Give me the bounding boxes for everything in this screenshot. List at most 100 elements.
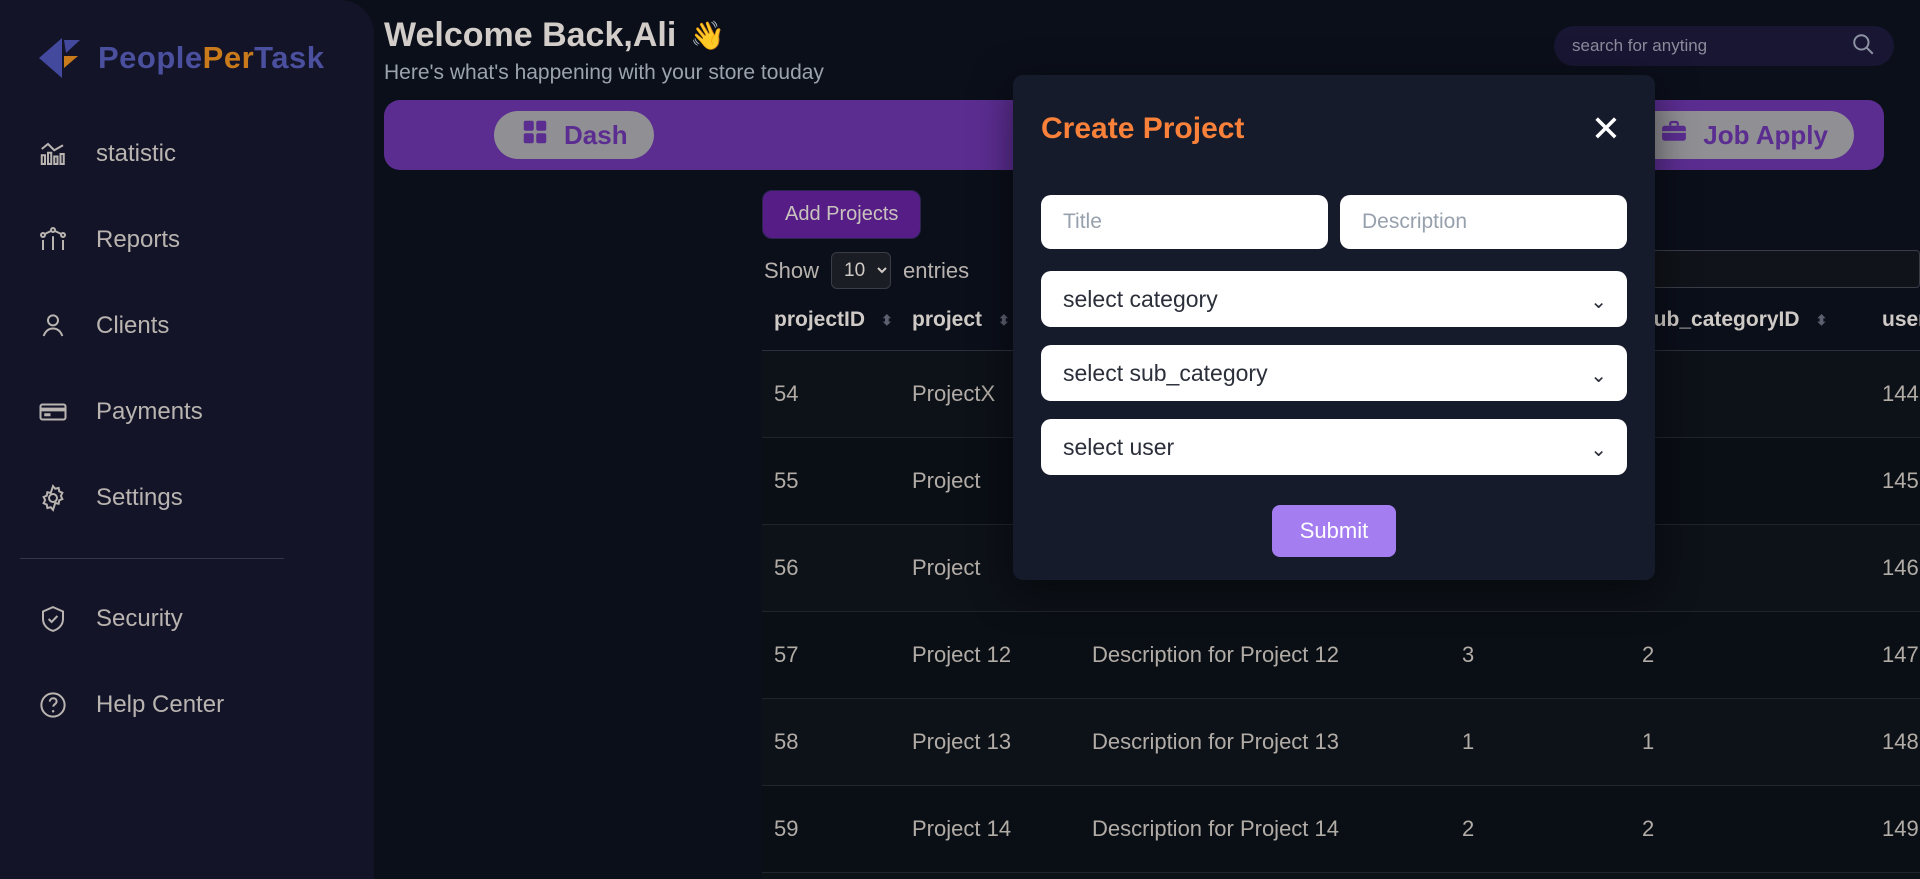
sidebar-item-label: Payments — [96, 398, 203, 425]
job-apply-container: Job Apply — [1633, 100, 1854, 170]
table-row: 57 Project 12 Description for Project 12 3 2… — [762, 611, 1920, 699]
cell-sub_categoryID: 2 — [1642, 872, 1882, 879]
submit-button[interactable]: Submit — [1271, 505, 1397, 557]
entries-label: entries — [903, 257, 970, 283]
credit-card-icon — [36, 395, 70, 429]
cell-description: Description for Project 13 — [1092, 698, 1462, 786]
briefcase-icon — [1659, 117, 1689, 154]
col-label: userID — [1882, 308, 1920, 331]
table-row: 69Project XDescription for Prowefweect 4… — [762, 872, 1920, 879]
add-projects-button[interactable]: Add Projects — [762, 190, 922, 239]
col-label: project — [912, 308, 983, 331]
welcome-text: Welcome Back,Ali — [384, 16, 677, 54]
cell-description: Description for Project 14 — [1092, 785, 1462, 873]
cell-projectTitle: Project 14 — [912, 785, 1092, 873]
sort-icon[interactable]: ⬍ — [881, 313, 893, 327]
sidebar-item-security[interactable]: Security — [0, 593, 374, 645]
create-project-modal: Create Project ✕ select category ⌄ selec… — [1013, 75, 1655, 580]
sidebar-item-statistic[interactable]: statistic — [0, 128, 374, 180]
sidebar-item-help-center[interactable]: Help Center — [0, 679, 374, 731]
close-icon[interactable]: ✕ — [1585, 111, 1627, 147]
question-circle-icon — [36, 688, 70, 722]
user-icon — [36, 309, 70, 343]
cell-userID: 146 — [1882, 524, 1920, 612]
sidebar-item-label: Settings — [96, 484, 183, 511]
modal-header: Create Project ✕ — [1041, 111, 1627, 147]
description-field[interactable] — [1340, 195, 1627, 249]
search-icon[interactable] — [1850, 31, 1876, 62]
col-projectid[interactable]: projectID ⬍ — [762, 296, 912, 351]
gear-icon — [36, 481, 70, 515]
grid-icon — [520, 117, 550, 154]
brand-name: PeoplePerTask — [98, 40, 325, 76]
cell-description: Description for Project 12 — [1092, 611, 1462, 699]
sidebar-divider — [20, 558, 284, 559]
app-root: PeoplePerTask statistic Reports Clients — [0, 0, 1920, 879]
entries-selector: Show 10 entries — [764, 252, 969, 289]
title-field[interactable] — [1041, 195, 1328, 249]
cell-projectID: 69 — [762, 872, 912, 879]
subcategory-select[interactable]: select sub_category — [1041, 345, 1627, 401]
modal-title: Create Project — [1041, 112, 1245, 145]
sidebar-item-label: Reports — [96, 226, 181, 253]
cell-sub_categoryID: 1 — [1642, 698, 1882, 786]
main-content: Welcome Back,Ali 👋 Here's what's happeni… — [374, 0, 1920, 879]
category-select-wrapper: select category ⌄ — [1041, 271, 1627, 345]
sidebar-item-clients[interactable]: Clients — [0, 300, 374, 352]
col-label: sub_categoryID — [1642, 308, 1800, 331]
cell-sub_categoryID: 2 — [1642, 437, 1882, 525]
sidebar-item-payments[interactable]: Payments — [0, 386, 374, 438]
brand-part-2: Per — [202, 40, 255, 75]
global-search[interactable]: search for anyting — [1554, 26, 1894, 66]
cell-projectTitle: Project 13 — [912, 698, 1092, 786]
cell-description: Description for Prowefweect 4 — [1092, 872, 1462, 879]
subcategory-select-wrapper: select sub_category ⌄ — [1041, 345, 1627, 419]
shield-check-icon — [36, 602, 70, 636]
peoplepertask-logo-icon — [36, 34, 84, 82]
cell-projectTitle: Project X — [912, 872, 1092, 879]
cell-categoryID: 1 — [1462, 698, 1642, 786]
search-input[interactable]: search for anyting — [1572, 36, 1850, 56]
modal-text-fields — [1041, 195, 1627, 249]
col-sub-categoryid[interactable]: sub_categoryID ⬍ — [1642, 296, 1882, 351]
table-row: 58 Project 13 Description for Project 13 1 1… — [762, 698, 1920, 786]
sidebar-item-settings[interactable]: Settings — [0, 472, 374, 524]
sidebar: PeoplePerTask statistic Reports Clients — [0, 0, 374, 879]
user-select[interactable]: select user — [1041, 419, 1627, 475]
cell-userID: 144 — [1882, 350, 1920, 438]
sidebar-item-label: statistic — [96, 140, 177, 167]
page-subtitle: Here's what's happening with your store … — [384, 61, 824, 84]
sidebar-item-label: Help Center — [96, 691, 225, 718]
waving-hand-icon: 👋 — [690, 20, 726, 51]
cell-userID: 147 — [1882, 611, 1920, 699]
sidebar-nav: statistic Reports Clients Payments Setti… — [0, 128, 374, 731]
cell-projectID: 56 — [762, 524, 912, 612]
brand-part-1: People — [98, 40, 203, 75]
brand-part-3: Task — [254, 40, 325, 75]
cell-projectID: 55 — [762, 437, 912, 525]
cell-sub_categoryID: 1 — [1642, 524, 1882, 612]
brand-logo[interactable]: PeoplePerTask — [0, 18, 374, 82]
tab-dashboard[interactable]: Dash — [494, 111, 654, 159]
cell-projectID: 58 — [762, 698, 912, 786]
cell-sub_categoryID: 2 — [1642, 785, 1882, 873]
cell-sub_categoryID: 2 — [1642, 611, 1882, 699]
cell-categoryID: 3 — [1462, 872, 1642, 879]
cell-userID: 148 — [1882, 698, 1920, 786]
job-apply-label: Job Apply — [1703, 119, 1828, 150]
cell-userID: 149 — [1882, 785, 1920, 873]
cell-categoryID: 3 — [1462, 611, 1642, 699]
cell-userID: 145 — [1882, 437, 1920, 525]
sidebar-item-reports[interactable]: Reports — [0, 214, 374, 266]
table-search-input[interactable] — [1620, 250, 1920, 288]
col-userid[interactable]: userID⬍ — [1882, 296, 1920, 351]
sidebar-item-label: Security — [96, 605, 183, 632]
cell-projectID: 59 — [762, 785, 912, 873]
job-apply-button[interactable]: Job Apply — [1633, 111, 1854, 159]
bar-chart-icon — [36, 137, 70, 171]
cell-categoryID: 2 — [1462, 785, 1642, 873]
entries-count-select[interactable]: 10 — [831, 252, 892, 289]
sort-icon[interactable]: ⬍ — [998, 313, 1010, 327]
sort-icon[interactable]: ⬍ — [1816, 313, 1828, 327]
category-select[interactable]: select category — [1041, 271, 1627, 327]
